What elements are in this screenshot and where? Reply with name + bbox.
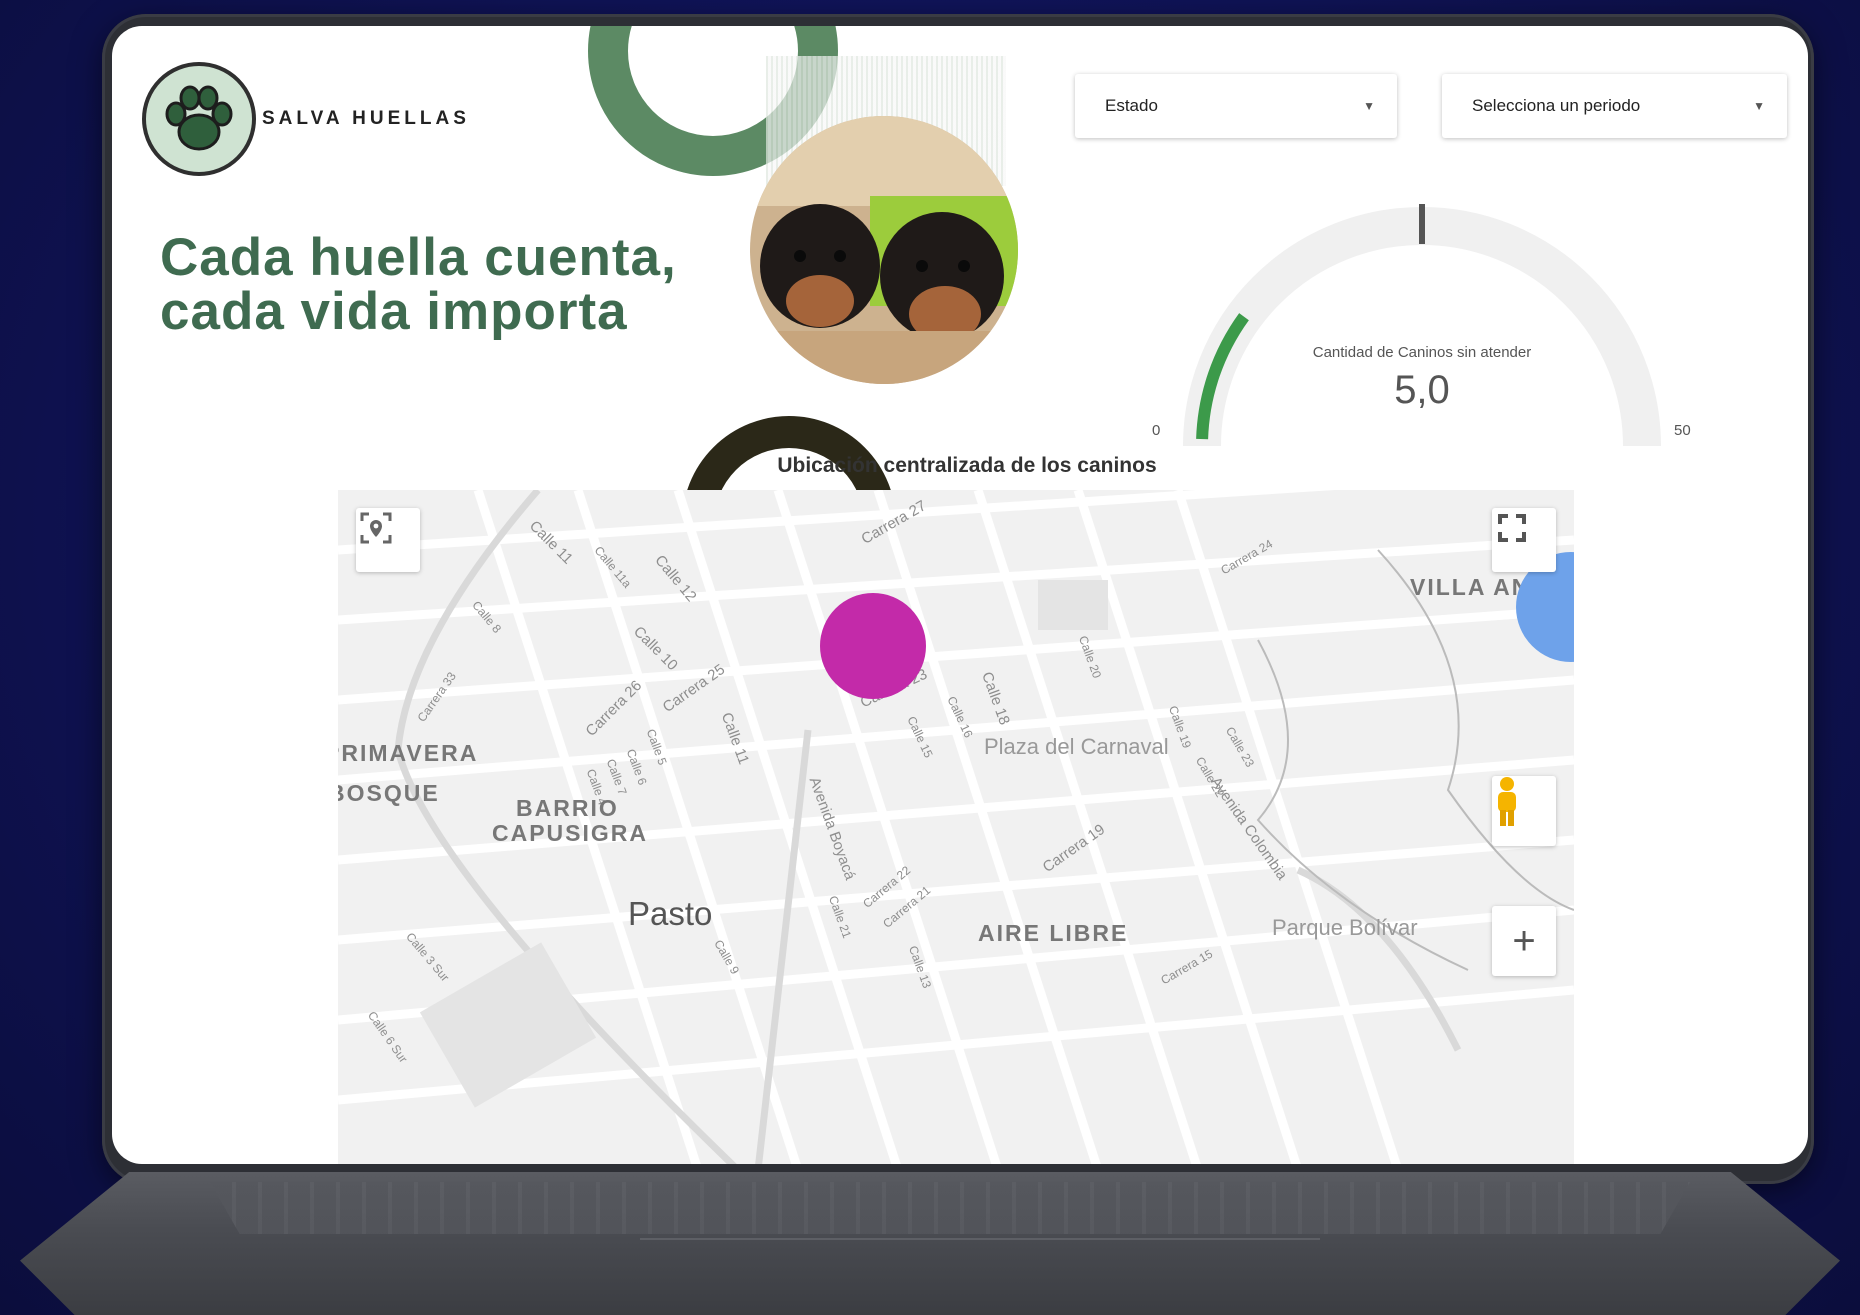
area-label: PRIMAVERA	[338, 740, 479, 766]
map-view[interactable]: Calle 11 Calle 11a Calle 12 Calle 8 Call…	[338, 490, 1574, 1164]
gauge-max: 50	[1674, 422, 1691, 439]
area-label: CAPUSIGRA	[492, 820, 649, 846]
area-label: BARRIO	[516, 795, 619, 821]
fullscreen-icon	[1498, 514, 1526, 542]
laptop-keyboard	[210, 1182, 1690, 1234]
area-label: BOSQUE	[338, 780, 440, 806]
street-view-button[interactable]	[1492, 776, 1556, 846]
brand-name: SALVA HUELLAS	[262, 108, 470, 129]
hero-headline: Cada huella cuenta, cada vida importa	[160, 231, 677, 339]
zoom-in-button[interactable]: +	[1492, 906, 1556, 976]
place-label: Parque Bolívar	[1272, 915, 1418, 940]
location-target-icon	[360, 512, 392, 544]
periodo-dropdown-label: Selecciona un periodo	[1472, 96, 1641, 115]
gauge-label: Cantidad de Caninos sin atender	[1312, 344, 1532, 361]
gauge-value: 5,0	[1394, 368, 1450, 412]
trackpad-edge	[640, 1238, 1320, 1240]
estado-dropdown[interactable]: Estado ▼	[1075, 74, 1397, 138]
paw-icon	[142, 62, 256, 176]
city-label: Pasto	[628, 895, 713, 932]
gauge-track	[1183, 207, 1661, 447]
canine-location-marker[interactable]	[820, 593, 926, 699]
chevron-down-icon: ▼	[1753, 99, 1765, 113]
brand-logo: SALVA HUELLAS	[142, 62, 470, 176]
area-label: AIRE LIBRE	[978, 920, 1129, 946]
map-title: Ubicación centralizada de los caninos	[777, 454, 1157, 477]
periodo-dropdown[interactable]: Selecciona un periodo ▼	[1442, 74, 1787, 138]
chevron-down-icon: ▼	[1363, 99, 1375, 113]
hero-line-2: cada vida importa	[160, 282, 628, 341]
plus-icon: +	[1512, 918, 1536, 963]
gauge-chart	[1183, 204, 1661, 447]
place-label: Plaza del Carnaval	[984, 734, 1169, 759]
puppies-photo	[750, 116, 1018, 384]
gauge-min: 0	[1152, 422, 1161, 439]
pegman-icon	[1498, 777, 1516, 826]
locate-me-button[interactable]	[356, 508, 420, 572]
fullscreen-button[interactable]	[1492, 508, 1556, 572]
estado-dropdown-label: Estado	[1105, 96, 1158, 115]
dashboard-screen: SALVA HUELLAS Cada huella cuenta, cada v…	[112, 26, 1808, 1164]
hero-line-1: Cada huella cuenta,	[160, 228, 677, 287]
